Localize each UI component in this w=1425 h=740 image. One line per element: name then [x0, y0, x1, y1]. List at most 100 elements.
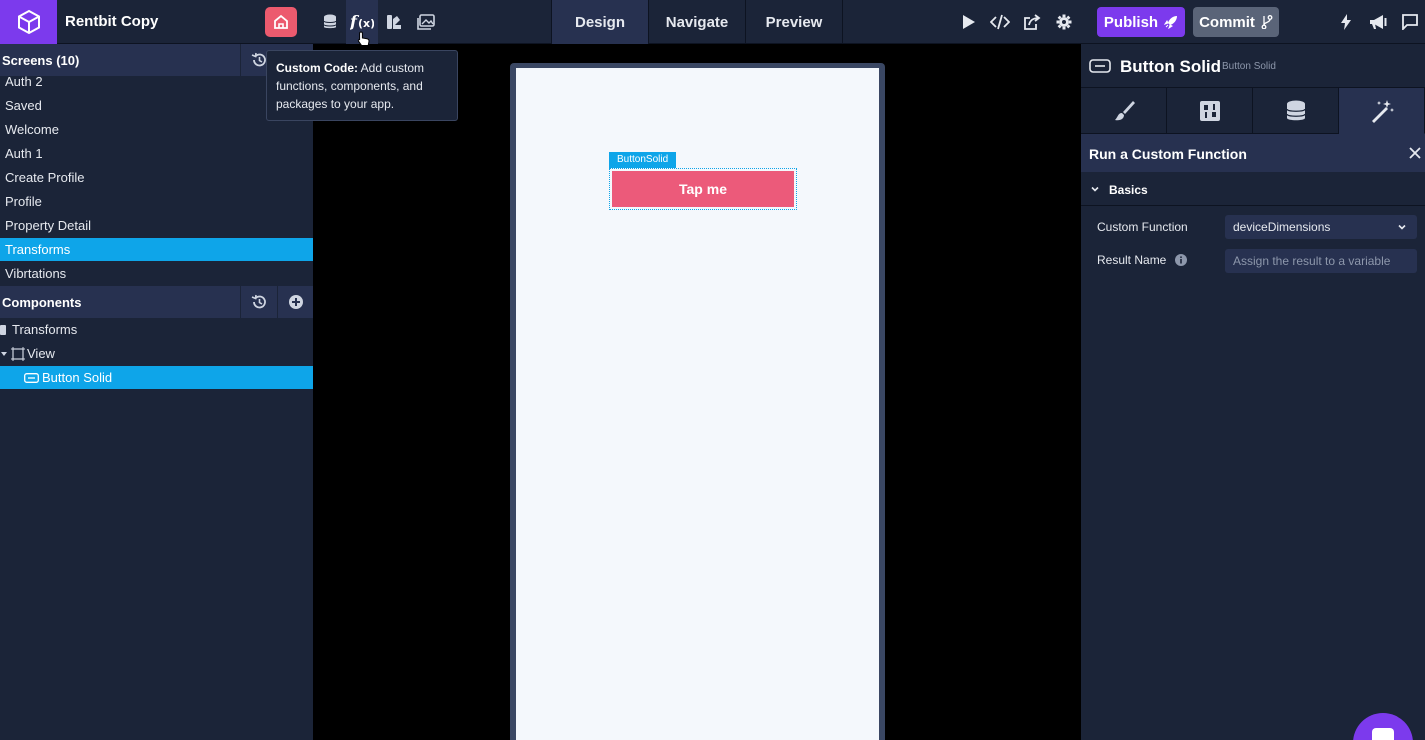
left-panel: Screens (10) Auth 2 Saved Welcome Auth 1… [0, 44, 313, 740]
tab-navigate[interactable]: Navigate [649, 0, 746, 44]
result-name-placeholder: Assign the result to a variable [1233, 254, 1391, 268]
history-icon [251, 294, 266, 309]
commit-button[interactable]: Commit [1193, 7, 1279, 37]
magic-wand-icon [1371, 99, 1394, 123]
tab-styles[interactable] [1081, 87, 1167, 134]
svg-text:(x): (x) [358, 17, 374, 30]
git-branch-icon [1261, 15, 1273, 29]
basics-title: Basics [1109, 183, 1148, 197]
tab-data[interactable] [1253, 87, 1339, 134]
button-component-icon [24, 372, 39, 383]
tab-preview[interactable]: Preview [746, 0, 843, 44]
data-sources-button[interactable] [314, 0, 346, 44]
function-icon: f (x) [350, 13, 374, 31]
settings-button[interactable] [1048, 0, 1080, 44]
app-title: Rentbit Copy [65, 13, 159, 30]
database-icon [1285, 100, 1306, 120]
tap-me-button[interactable]: Tap me [612, 171, 794, 207]
custom-function-value: deviceDimensions [1233, 220, 1331, 234]
screen-item-welcome[interactable]: Welcome [0, 118, 313, 141]
custom-function-select[interactable]: deviceDimensions [1225, 215, 1417, 239]
top-bar: Rentbit Copy f (x) Design Navigate Previ… [0, 0, 1425, 44]
publish-button[interactable]: Publish [1097, 7, 1185, 37]
home-button[interactable] [265, 7, 297, 37]
cursor-hand-icon [357, 31, 370, 46]
components-title: Components [2, 294, 82, 310]
tree-item-label: Transforms [12, 322, 78, 337]
megaphone-icon [1370, 15, 1387, 29]
basics-section-header[interactable]: Basics [1081, 172, 1425, 206]
gear-icon [1056, 14, 1072, 30]
device-frame: ButtonSolid Tap me [510, 63, 885, 740]
inspector-panel: Button Solid Button Solid Run a Custom F… [1081, 44, 1425, 740]
device-screen[interactable]: ButtonSolid Tap me [516, 68, 879, 740]
component-title: Button Solid [1120, 57, 1222, 76]
action-header: Run a Custom Function [1081, 134, 1425, 172]
updates-button[interactable] [1330, 0, 1362, 44]
custom-code-tooltip: Custom Code: Add custom functions, compo… [266, 50, 458, 121]
themes-button[interactable] [378, 0, 410, 44]
tab-design[interactable]: Design [552, 0, 649, 44]
component-subtitle: Button Solid [1222, 61, 1276, 72]
screen-item-property-detail[interactable]: Property Detail [0, 214, 313, 237]
design-canvas[interactable]: ButtonSolid Tap me [313, 44, 1081, 740]
tree-item-transforms[interactable]: Transforms [0, 318, 313, 341]
palette-icon [387, 15, 401, 29]
code-icon [990, 14, 1010, 30]
tree-item-label: View [27, 346, 55, 361]
app-logo[interactable] [0, 0, 57, 44]
screen-item-transforms[interactable]: Transforms [0, 238, 313, 261]
component-header: Button Solid Button Solid [1081, 44, 1425, 87]
caret-down-icon[interactable] [0, 350, 8, 358]
screen-item-create-profile[interactable]: Create Profile [0, 166, 313, 189]
screen-icon [0, 324, 6, 335]
add-component-button[interactable] [277, 286, 313, 318]
tree-item-label: Button Solid [42, 370, 113, 385]
action-title: Run a Custom Function [1089, 146, 1247, 162]
message-icon [1402, 14, 1418, 30]
cube-logo-icon [17, 9, 40, 35]
selected-button-outline[interactable]: Tap me [609, 168, 797, 210]
home-icon [274, 14, 288, 29]
assets-button[interactable] [410, 0, 442, 44]
tab-config[interactable] [1167, 87, 1253, 134]
lightning-icon [1341, 14, 1351, 30]
view-code-button[interactable] [984, 0, 1016, 44]
result-name-input[interactable]: Assign the result to a variable [1225, 249, 1417, 273]
chevron-down-icon [1091, 186, 1099, 192]
chat-icon [1372, 728, 1394, 740]
result-name-label: Result Name [1097, 253, 1167, 267]
publish-label: Publish [1103, 13, 1159, 31]
tab-interactions[interactable] [1339, 87, 1425, 134]
screen-item-auth-1[interactable]: Auth 1 [0, 142, 313, 165]
tooltip-title: Custom Code: [276, 61, 358, 75]
plus-circle-icon [288, 295, 303, 309]
commit-label: Commit [1199, 13, 1255, 31]
button-component-icon [1089, 59, 1111, 73]
play-icon [963, 15, 975, 29]
tree-item-view[interactable]: View [0, 342, 313, 365]
run-button[interactable] [952, 0, 984, 44]
components-history-button[interactable] [240, 286, 276, 318]
custom-function-label: Custom Function [1097, 220, 1188, 234]
view-frame-icon [11, 346, 25, 361]
chevron-down-icon [1398, 224, 1406, 230]
tree-item-button-solid[interactable]: Button Solid [0, 366, 313, 389]
rocket-icon [1164, 16, 1178, 29]
info-icon[interactable] [1175, 254, 1187, 266]
history-icon [251, 52, 266, 67]
announcements-button[interactable] [1362, 0, 1394, 44]
selection-label: ButtonSolid [609, 152, 677, 168]
screens-title: Screens (10) [2, 52, 80, 68]
screen-item-vibrtations[interactable]: Vibrtations [0, 262, 313, 285]
share-button[interactable] [1016, 0, 1048, 44]
screen-item-profile[interactable]: Profile [0, 190, 313, 213]
close-icon[interactable] [1408, 146, 1422, 160]
sliders-icon [1199, 100, 1220, 121]
chat-button[interactable] [1394, 0, 1425, 44]
paint-brush-icon [1114, 100, 1135, 120]
components-header: Components [0, 286, 313, 318]
share-icon [1024, 14, 1041, 30]
database-icon [323, 14, 337, 29]
images-icon [417, 14, 435, 30]
